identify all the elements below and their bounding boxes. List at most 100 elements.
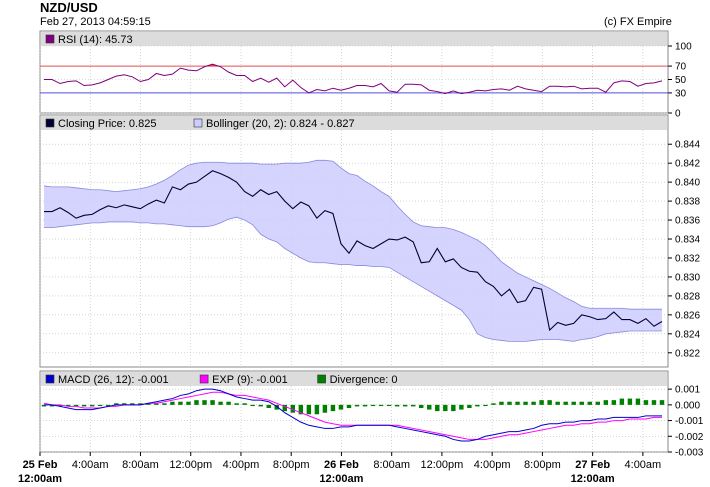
x-tick-label: 8:00am [122, 459, 159, 471]
divergence-bar [410, 404, 416, 407]
x-tick-label: 25 Feb [23, 459, 58, 471]
y-tick-label: -0.001 [675, 416, 704, 427]
legend-swatch [45, 118, 55, 128]
divergence-bar [419, 404, 424, 408]
divergence-bar [202, 400, 207, 405]
divergence-bar [226, 401, 231, 405]
legend-label: Bollinger (20, 2): 0.824 - 0.827 [206, 118, 355, 130]
y-tick-label: 0.830 [675, 272, 700, 283]
divergence-bar [330, 404, 336, 412]
legend-label: Closing Price: 0.825 [58, 118, 156, 130]
divergence-bar [234, 403, 239, 405]
y-tick-label: 0.001 [675, 385, 700, 396]
divergence-bar [242, 403, 247, 405]
y-tick-label: 0.836 [675, 216, 700, 227]
y-tick-label: 30 [675, 88, 687, 99]
divergence-bar [370, 404, 376, 407]
divergence-bar [194, 400, 199, 405]
y-tick-label: 0.832 [675, 253, 700, 264]
divergence-bar [603, 400, 609, 405]
y-tick-label: 0.844 [675, 140, 700, 151]
legend-label: Divergence: 0 [330, 374, 398, 386]
divergence-bar [362, 404, 368, 407]
divergence-bar [346, 404, 352, 408]
divergence-bar [306, 404, 312, 415]
x-tick-label: 4:00pm [474, 459, 511, 471]
y-tick-label: 0.838 [675, 197, 700, 208]
x-tick-label: 12:00pm [421, 459, 464, 471]
y-tick-label: 0.834 [675, 235, 700, 246]
divergence-bar [475, 404, 480, 407]
divergence-bar [394, 404, 400, 407]
divergence-bar [386, 404, 392, 407]
divergence-bar [443, 404, 448, 412]
divergence-bar [338, 404, 344, 410]
x-tick-label: 4:00am [72, 459, 109, 471]
divergence-bar [402, 404, 408, 407]
divergence-bar [531, 401, 536, 405]
divergence-bar [186, 401, 191, 405]
legend-swatch [45, 34, 55, 44]
divergence-bar [467, 404, 472, 408]
divergence-bar [250, 404, 255, 407]
x-tick-sublabel: 12:00am [18, 473, 62, 485]
divergence-bar [81, 404, 87, 407]
divergence-bar [587, 401, 592, 405]
divergence-bar [97, 404, 103, 407]
y-tick-label: 0.822 [675, 348, 700, 359]
y-tick-label: 0.824 [675, 329, 700, 340]
divergence-bar [266, 404, 271, 408]
divergence-bar [435, 404, 440, 412]
divergence-bar [643, 400, 649, 405]
y-tick-label: 100 [675, 42, 692, 53]
x-tick-label: 27 Feb [575, 459, 610, 471]
divergence-bar [210, 400, 215, 405]
divergence-bar [178, 401, 183, 405]
divergence-bar [627, 398, 633, 405]
divergence-bar [427, 404, 432, 410]
legend-swatch [317, 374, 326, 384]
y-tick-label: 70 [675, 62, 687, 73]
y-tick-label: 0.826 [675, 310, 700, 321]
divergence-bar [499, 401, 504, 405]
divergence-bar [258, 404, 263, 407]
divergence-bar [595, 401, 601, 405]
divergence-bar [314, 404, 320, 415]
divergence-bar [354, 404, 360, 407]
divergence-bar [635, 398, 641, 405]
x-tick-label: 4:00pm [223, 459, 260, 471]
legend-label: RSI (14): 45.73 [58, 34, 133, 46]
divergence-bar [579, 401, 584, 405]
divergence-bar [515, 401, 520, 405]
y-tick-label: 0 [675, 109, 681, 120]
x-tick-sublabel: 12:00am [571, 473, 615, 485]
legend-swatch [193, 118, 203, 128]
divergence-bar [170, 401, 175, 405]
x-tick-label: 8:00am [373, 459, 410, 471]
legend-strip [41, 32, 667, 46]
divergence-bar [322, 404, 328, 413]
x-tick-label: 26 Feb [324, 459, 359, 471]
divergence-bar [651, 400, 657, 405]
divergence-bar [547, 400, 552, 405]
x-tick-sublabel: 12:00am [319, 473, 363, 485]
divergence-bar [563, 401, 568, 405]
x-tick-label: 12:00pm [169, 459, 212, 471]
divergence-bar [491, 403, 496, 405]
y-tick-label: 0.000 [675, 400, 700, 411]
divergence-bar [507, 401, 512, 405]
x-tick-label: 8:00pm [524, 459, 561, 471]
divergence-bar [483, 404, 488, 407]
x-tick-label: 8:00pm [273, 459, 310, 471]
divergence-bar [619, 398, 625, 405]
y-tick-label: -0.002 [675, 432, 704, 443]
divergence-bar [659, 400, 665, 405]
divergence-bar [378, 404, 384, 407]
chart-canvas: 100 70 50 30 0 RSI (14): 45.73 0.844 0.842 0.840… [18, 30, 704, 485]
y-tick-label: 0.828 [675, 291, 700, 302]
divergence-bar [451, 404, 456, 412]
y-tick-label: 0.840 [675, 178, 700, 189]
y-tick-label: 50 [675, 75, 687, 86]
legend-label: MACD (26, 12): -0.001 [58, 374, 169, 386]
divergence-bar [611, 400, 617, 405]
